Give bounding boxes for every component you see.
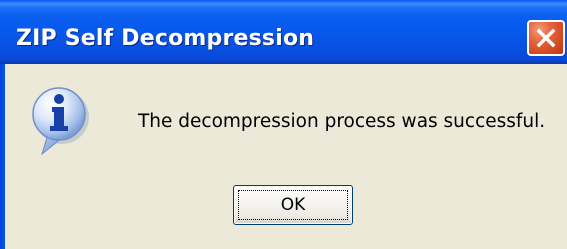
window-title: ZIP Self Decompression bbox=[16, 26, 315, 51]
information-icon bbox=[32, 87, 89, 156]
dialog-message: The decompression process was successful… bbox=[138, 111, 546, 132]
ok-button[interactable]: OK bbox=[233, 185, 353, 225]
ok-button-label: OK bbox=[280, 195, 306, 215]
dialog-window: ZIP Self Decompression The decompression… bbox=[0, 0, 567, 249]
title-bar[interactable]: ZIP Self Decompression bbox=[0, 0, 567, 64]
close-icon bbox=[536, 28, 556, 48]
close-button[interactable] bbox=[527, 20, 565, 56]
